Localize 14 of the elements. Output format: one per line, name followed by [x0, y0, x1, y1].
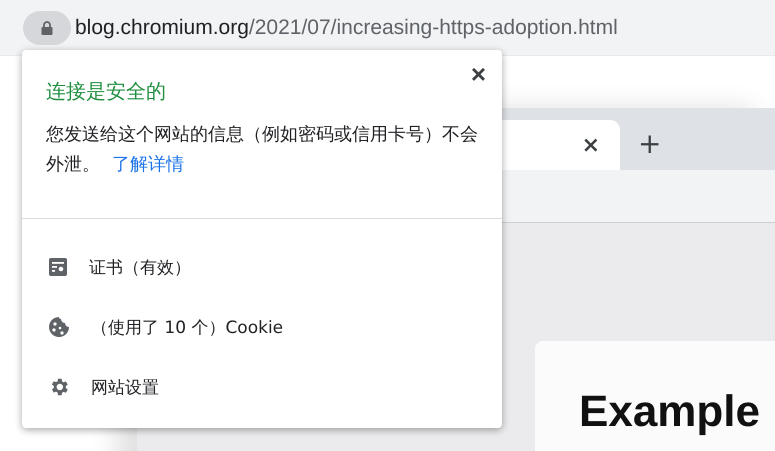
menu-item[interactable]: 网站设置 — [22, 357, 502, 417]
site-info-button[interactable] — [23, 10, 71, 44]
menu-item[interactable]: （使用了 10 个）Cookie — [22, 297, 502, 357]
learn-more-link[interactable]: 了解详情 — [112, 154, 184, 175]
close-button[interactable]: × — [468, 60, 488, 89]
tab-close-button[interactable]: × — [582, 132, 600, 158]
menu-item[interactable]: 证书（有效） — [22, 237, 502, 297]
security-description: 您发送给这个网站的信息（例如密码或信用卡号）不会外泄。 了解详情 — [46, 123, 479, 177]
page-heading: Example — [579, 387, 760, 436]
cookie-icon — [48, 316, 70, 338]
popup-title: 连接是安全的 — [46, 78, 167, 105]
new-tab-button[interactable]: + — [638, 127, 662, 160]
lock-icon — [41, 20, 53, 34]
certificate-icon — [48, 257, 68, 277]
